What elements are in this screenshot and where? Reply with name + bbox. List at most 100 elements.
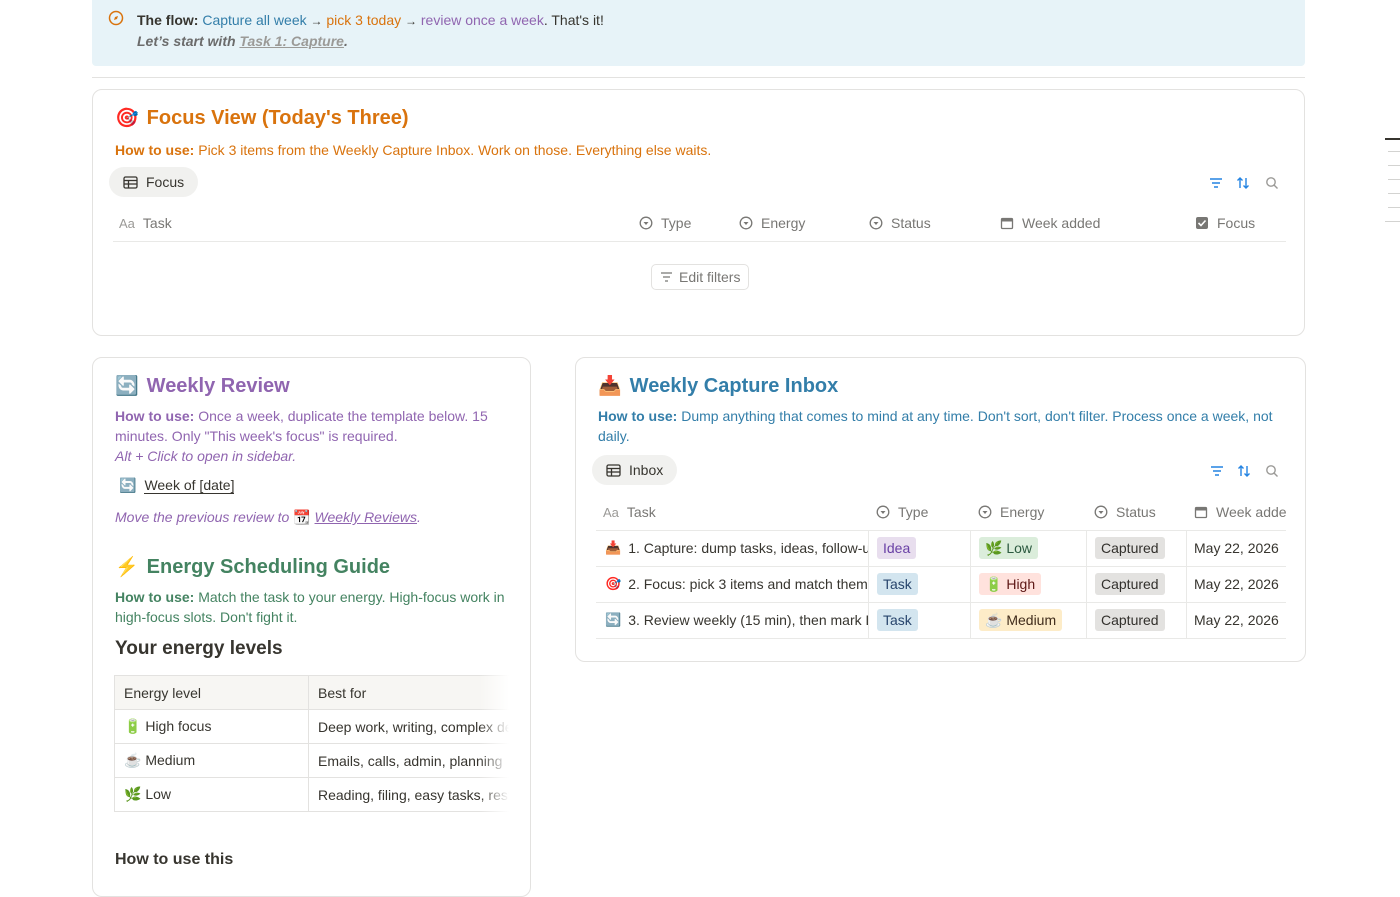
type-cell[interactable]: Task — [877, 607, 918, 633]
energy-cell[interactable]: 🌿 Low — [979, 535, 1039, 561]
energy-label: High — [1006, 576, 1036, 592]
column-task[interactable]: Aa Task — [603, 504, 656, 520]
search-icon[interactable] — [1265, 464, 1279, 483]
search-icon[interactable] — [1265, 176, 1279, 195]
column-label: Energy — [1000, 504, 1045, 520]
howto-text: Dump anything that comes to mind at any … — [598, 408, 1273, 444]
review-title: Weekly Review — [146, 374, 290, 397]
flow-callout: The flow: Capture all week → pick 3 toda… — [92, 0, 1305, 66]
energy-tag: 🔋 High — [979, 573, 1042, 595]
table-header-row: Energy level Best for — [114, 675, 509, 710]
week-cell[interactable]: May 22, 2026 — [1194, 535, 1279, 561]
row-divider — [596, 638, 1286, 639]
battery-icon: 🔋 — [985, 576, 1003, 592]
column-focus[interactable]: Focus — [1195, 215, 1255, 231]
column-week-added[interactable]: Week adde — [1194, 504, 1287, 520]
column-status[interactable]: Status — [1094, 504, 1156, 520]
inbox-tray-icon: 📥 — [605, 540, 622, 555]
edit-filters-button[interactable]: Edit filters — [651, 264, 750, 290]
task-title: 2. Focus: pick 3 items and match them to… — [628, 576, 868, 592]
energy-level: High focus — [145, 718, 212, 734]
edit-filters-label: Edit filters — [679, 269, 741, 285]
select-property-icon — [739, 216, 753, 230]
table-row: 🔋 High focus Deep work, writing, complex… — [114, 709, 509, 744]
scroll-fade — [479, 675, 509, 812]
type-tag: Task — [877, 573, 918, 595]
table-row: ☕ Medium Emails, calls, admin, planning — [114, 743, 509, 778]
review-heading: 🔄 Weekly Review — [115, 374, 290, 398]
week-cell[interactable]: May 22, 2026 — [1194, 571, 1279, 597]
column-energy[interactable]: Energy — [978, 504, 1044, 520]
text-property-icon: Aa — [603, 504, 619, 520]
review-hint: Alt + Click to open in sidebar. — [115, 448, 297, 464]
table-row: 🌿 Low Reading, filing, easy tasks, rest — [114, 777, 509, 812]
column-label: Status — [891, 215, 931, 231]
new-review-template-button[interactable]: 🔄 Week of [date] — [119, 477, 235, 494]
table-row-task[interactable]: 🔄 3. Review weekly (15 min), then mark D… — [605, 607, 868, 633]
column-label: Task — [626, 504, 656, 520]
type-cell[interactable]: Task — [877, 571, 918, 597]
refresh-icon: 🔄 — [115, 376, 139, 397]
focus-view-tab[interactable]: Focus — [109, 167, 199, 197]
column-label: Type — [661, 215, 692, 231]
coffee-icon: ☕ — [124, 752, 142, 768]
column-energy[interactable]: Energy — [739, 215, 805, 231]
inbox-card: 📥 Weekly Capture Inbox How to use: Dump … — [575, 357, 1306, 662]
column-divider — [868, 530, 869, 638]
refresh-icon: 🔄 — [119, 477, 137, 493]
table-row-task[interactable]: 🎯 2. Focus: pick 3 items and match them … — [605, 571, 868, 597]
text-property-icon: Aa — [119, 215, 135, 231]
energy-cell[interactable]: ☕ Medium — [979, 607, 1063, 633]
status-cell[interactable]: Captured — [1095, 571, 1165, 597]
status-cell[interactable]: Captured — [1095, 607, 1165, 633]
task1-link[interactable]: Task 1: Capture — [239, 33, 344, 49]
howto-text: Pick 3 items from the Weekly Capture Inb… — [194, 142, 712, 158]
weekly-reviews-link[interactable]: Weekly Reviews — [315, 509, 417, 525]
outline-minimap[interactable] — [1380, 130, 1400, 230]
status-cell[interactable]: Captured — [1095, 535, 1165, 561]
table-row-task[interactable]: 📥 1. Capture: dump tasks, ideas, follow-… — [605, 535, 868, 561]
table-cell: ☕ Medium — [114, 743, 309, 778]
inbox-howto: How to use: Dump anything that comes to … — [598, 406, 1278, 446]
energy-heading: ⚡ Energy Scheduling Guide — [115, 555, 390, 579]
week-cell[interactable]: May 22, 2026 — [1194, 607, 1279, 633]
checkbox-icon — [1196, 217, 1208, 229]
energy-level: Medium — [145, 752, 196, 768]
review-card: 🔄 Weekly Review How to use: Once a week,… — [92, 357, 531, 897]
header-divider — [113, 241, 1286, 242]
type-cell[interactable]: Idea — [877, 535, 917, 561]
refresh-icon: 🔄 — [605, 612, 622, 627]
energy-cell[interactable]: 🔋 High — [979, 571, 1042, 597]
inbox-title: Weekly Capture Inbox — [629, 374, 839, 397]
energy-label: Medium — [1006, 612, 1057, 628]
inbox-view-tab[interactable]: Inbox — [592, 455, 678, 485]
column-label: Focus — [1217, 215, 1256, 231]
move-suffix: . — [416, 509, 421, 525]
howto-label: How to use: — [598, 408, 678, 424]
type-tag: Task — [877, 609, 918, 631]
column-type[interactable]: Type — [876, 504, 928, 520]
column-status[interactable]: Status — [869, 215, 931, 231]
filter-icon[interactable] — [1210, 464, 1224, 483]
sort-icon[interactable] — [1236, 176, 1250, 195]
column-label: Week adde — [1216, 504, 1287, 520]
column-task[interactable]: Aa Task — [119, 215, 172, 231]
column-week-added[interactable]: Week added — [1000, 215, 1100, 231]
focus-view-label: Focus — [146, 174, 185, 190]
table-icon — [606, 463, 621, 477]
flow-step-capture: Capture all week — [202, 12, 307, 28]
select-property-icon — [876, 505, 890, 519]
column-type[interactable]: Type — [639, 215, 691, 231]
select-property-icon — [978, 505, 992, 519]
arrow-icon: → — [310, 14, 323, 28]
table-icon — [123, 175, 138, 189]
sort-icon[interactable] — [1237, 464, 1251, 483]
howto-label: How to use: — [115, 408, 195, 424]
move-prefix: Move the previous review to — [115, 509, 294, 525]
howto-label: How to use: — [115, 142, 195, 158]
flow-label: The flow: — [137, 12, 199, 28]
filter-icon[interactable] — [1209, 176, 1223, 195]
how-to-use-heading: How to use this — [115, 851, 234, 868]
howto-label: How to use: — [115, 589, 195, 605]
filter-icon — [661, 272, 672, 282]
